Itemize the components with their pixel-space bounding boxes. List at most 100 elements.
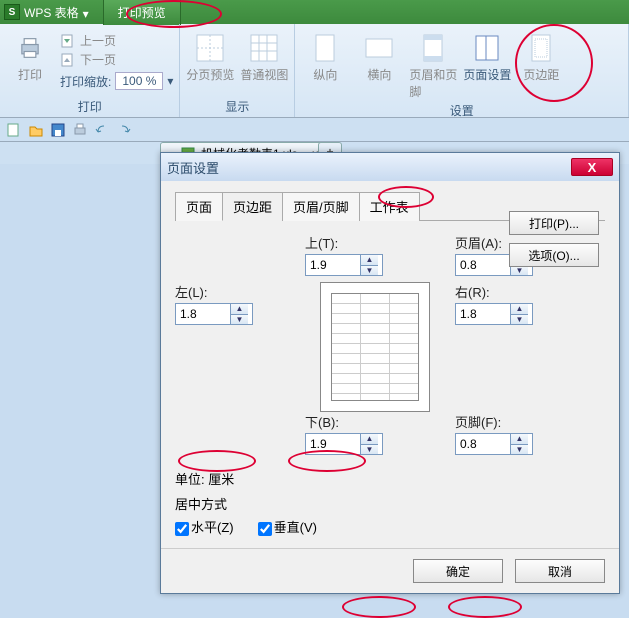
dialog-title: 页面设置 xyxy=(167,158,219,177)
center-horizontal-checkbox[interactable]: 水平(Z) xyxy=(175,517,234,536)
spin-down-icon[interactable]: ▼ xyxy=(511,315,528,325)
grid-icon xyxy=(248,32,280,64)
page-setup-icon xyxy=(471,32,503,64)
header-footer-icon xyxy=(417,32,449,64)
dialog-options-button[interactable]: 选项(O)... xyxy=(509,243,599,267)
print-button-label: 打印 xyxy=(18,66,42,83)
zoom-value[interactable]: 100 % xyxy=(115,72,163,90)
margins-label: 页边距 xyxy=(523,66,559,83)
page-break-preview-button[interactable]: 分页预览 xyxy=(186,28,234,83)
unit-label: 单位: 厘米 xyxy=(175,469,605,488)
bottom-margin-label: 下(B): xyxy=(305,412,445,431)
page-break-label: 分页预览 xyxy=(186,66,234,83)
portrait-label: 纵向 xyxy=(313,66,337,83)
spin-up-icon[interactable]: ▲ xyxy=(511,434,528,445)
page-setup-label: 页面设置 xyxy=(463,66,511,83)
dialog-close-button[interactable]: X xyxy=(571,158,613,176)
app-menu-dropdown-icon[interactable]: ▾ xyxy=(83,7,93,17)
portrait-icon xyxy=(309,32,341,64)
quick-access-toolbar xyxy=(0,118,629,142)
left-margin-spinner[interactable]: ▲▼ xyxy=(175,303,253,325)
undo-icon[interactable] xyxy=(94,122,110,138)
center-h-label: 水平(Z) xyxy=(191,520,234,535)
top-margin-label: 上(T): xyxy=(305,233,445,252)
ribbon-group-display: 分页预览 普通视图 显示 xyxy=(180,24,295,117)
spin-down-icon[interactable]: ▼ xyxy=(231,315,248,325)
tab-page[interactable]: 页面 xyxy=(175,192,223,221)
footer-margin-label: 页脚(F): xyxy=(455,412,575,431)
app-name: WPS 表格 xyxy=(24,4,79,21)
landscape-icon xyxy=(363,32,395,64)
group-label-settings: 设置 xyxy=(301,100,622,121)
annotation-circle xyxy=(448,596,522,618)
spin-up-icon[interactable]: ▲ xyxy=(361,255,378,266)
right-margin-spinner[interactable]: ▲▼ xyxy=(455,303,533,325)
center-h-input[interactable] xyxy=(175,522,189,536)
tab-sheet[interactable]: 工作表 xyxy=(359,192,420,221)
footer-margin-input[interactable] xyxy=(456,434,510,454)
zoom-dropdown-icon[interactable]: ▾ xyxy=(167,74,173,88)
spin-down-icon[interactable]: ▼ xyxy=(361,266,378,276)
top-margin-input[interactable] xyxy=(306,255,360,275)
prev-page-button[interactable]: 上一页 xyxy=(60,32,173,49)
ok-button[interactable]: 确定 xyxy=(413,559,503,583)
spin-down-icon[interactable]: ▼ xyxy=(361,445,378,455)
ribbon-tab-print-preview[interactable]: 打印预览 xyxy=(103,0,181,25)
page-setup-dialog: 页面设置 X 页面 页边距 页眉/页脚 工作表 上(T): ▲▼ 页眉(A): … xyxy=(160,152,620,594)
print-button[interactable]: 打印 xyxy=(6,28,54,83)
dialog-titlebar[interactable]: 页面设置 X xyxy=(161,153,619,181)
bottom-margin-spinner[interactable]: ▲▼ xyxy=(305,433,383,455)
margins-button[interactable]: 页边距 xyxy=(517,28,565,83)
portrait-button[interactable]: 纵向 xyxy=(301,28,349,83)
header-margin-input[interactable] xyxy=(456,255,510,275)
margin-preview xyxy=(320,282,430,412)
page-break-icon xyxy=(194,32,226,64)
page-setup-button[interactable]: 页面设置 xyxy=(463,28,511,83)
save-icon[interactable] xyxy=(50,122,66,138)
prev-page-label: 上一页 xyxy=(80,32,116,49)
zoom-label: 打印缩放: xyxy=(60,73,111,90)
ribbon: 打印 上一页 下一页 打印缩放: 100 % ▾ xyxy=(0,24,629,118)
next-page-button[interactable]: 下一页 xyxy=(60,51,173,68)
tab-header-footer[interactable]: 页眉/页脚 xyxy=(282,192,360,221)
ribbon-group-settings: 纵向 横向 页眉和页脚 页面设置 页边距 设置 xyxy=(295,24,629,117)
cancel-button[interactable]: 取消 xyxy=(515,559,605,583)
top-margin-spinner[interactable]: ▲▼ xyxy=(305,254,383,276)
dialog-print-button[interactable]: 打印(P)... xyxy=(509,211,599,235)
header-footer-button[interactable]: 页眉和页脚 xyxy=(409,28,457,100)
right-margin-input[interactable] xyxy=(456,304,510,324)
center-vertical-checkbox[interactable]: 垂直(V) xyxy=(258,517,317,536)
left-margin-input[interactable] xyxy=(176,304,230,324)
margins-icon xyxy=(525,32,557,64)
group-label-print: 打印 xyxy=(6,96,173,117)
center-v-input[interactable] xyxy=(258,522,272,536)
footer-margin-spinner[interactable]: ▲▼ xyxy=(455,433,533,455)
spin-down-icon[interactable]: ▼ xyxy=(511,445,528,455)
printer-icon xyxy=(14,32,46,64)
center-v-label: 垂直(V) xyxy=(274,520,317,535)
annotation-circle xyxy=(342,596,416,618)
header-footer-label: 页眉和页脚 xyxy=(409,66,457,100)
spin-up-icon[interactable]: ▲ xyxy=(231,304,248,315)
print-icon[interactable] xyxy=(72,122,88,138)
left-margin-label: 左(L): xyxy=(175,282,295,301)
normal-view-label: 普通视图 xyxy=(240,66,288,83)
spin-up-icon[interactable]: ▲ xyxy=(511,304,528,315)
right-margin-label: 右(R): xyxy=(455,282,575,301)
spin-up-icon[interactable]: ▲ xyxy=(361,434,378,445)
app-icon: S xyxy=(4,4,20,20)
normal-view-button[interactable]: 普通视图 xyxy=(240,28,288,83)
page-up-icon xyxy=(60,33,76,49)
redo-icon[interactable] xyxy=(116,122,132,138)
center-mode-label: 居中方式 xyxy=(175,494,605,513)
next-page-label: 下一页 xyxy=(80,51,116,68)
group-label-display: 显示 xyxy=(186,96,288,117)
new-icon[interactable] xyxy=(6,122,22,138)
tab-margins[interactable]: 页边距 xyxy=(222,192,283,221)
page-down-icon xyxy=(60,52,76,68)
landscape-button[interactable]: 横向 xyxy=(355,28,403,83)
ribbon-group-print: 打印 上一页 下一页 打印缩放: 100 % ▾ xyxy=(0,24,180,117)
app-titlebar: S WPS 表格 ▾ 打印预览 xyxy=(0,0,629,24)
bottom-margin-input[interactable] xyxy=(306,434,360,454)
open-icon[interactable] xyxy=(28,122,44,138)
